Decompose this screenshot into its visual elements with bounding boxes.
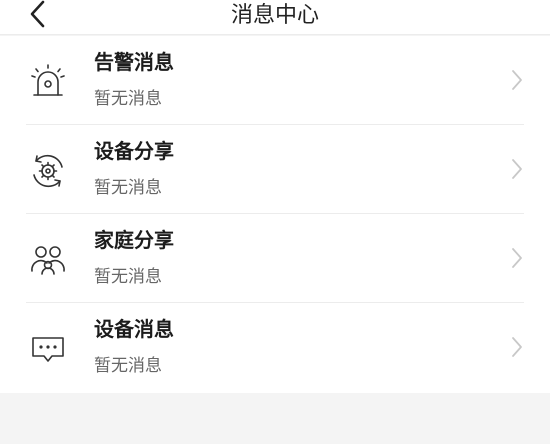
message-bubble-icon (28, 329, 68, 369)
item-title: 设备消息 (94, 317, 174, 341)
list-item-family-sharing[interactable]: 家庭分享 暂无消息 (0, 214, 550, 303)
item-subtitle: 暂无消息 (94, 356, 162, 376)
device-gear-icon (28, 151, 68, 191)
alarm-light-icon (28, 62, 68, 102)
top-bar: 消息中心 (0, 0, 550, 35)
family-users-icon (28, 240, 68, 280)
page-title: 消息中心 (230, 3, 319, 28)
message-category-list: 告警消息 暂无消息 设备分享 暂无消息 家庭分享 暂无消息 设备消息 暂无消息 (0, 36, 550, 393)
chevron-right-icon (510, 68, 524, 92)
item-subtitle: 暂无消息 (94, 178, 162, 198)
item-title: 设备分享 (94, 139, 174, 163)
item-subtitle: 暂无消息 (94, 89, 162, 109)
item-title: 告警消息 (94, 50, 174, 74)
chevron-right-icon (510, 157, 524, 181)
chevron-right-icon (510, 335, 524, 359)
item-subtitle: 暂无消息 (94, 267, 162, 287)
list-item-device-sharing[interactable]: 设备分享 暂无消息 (0, 125, 550, 214)
chevron-right-icon (510, 246, 524, 270)
list-item-device-messages[interactable]: 设备消息 暂无消息 (0, 303, 550, 392)
list-item-alarm-messages[interactable]: 告警消息 暂无消息 (0, 36, 550, 125)
item-title: 家庭分享 (94, 228, 174, 252)
